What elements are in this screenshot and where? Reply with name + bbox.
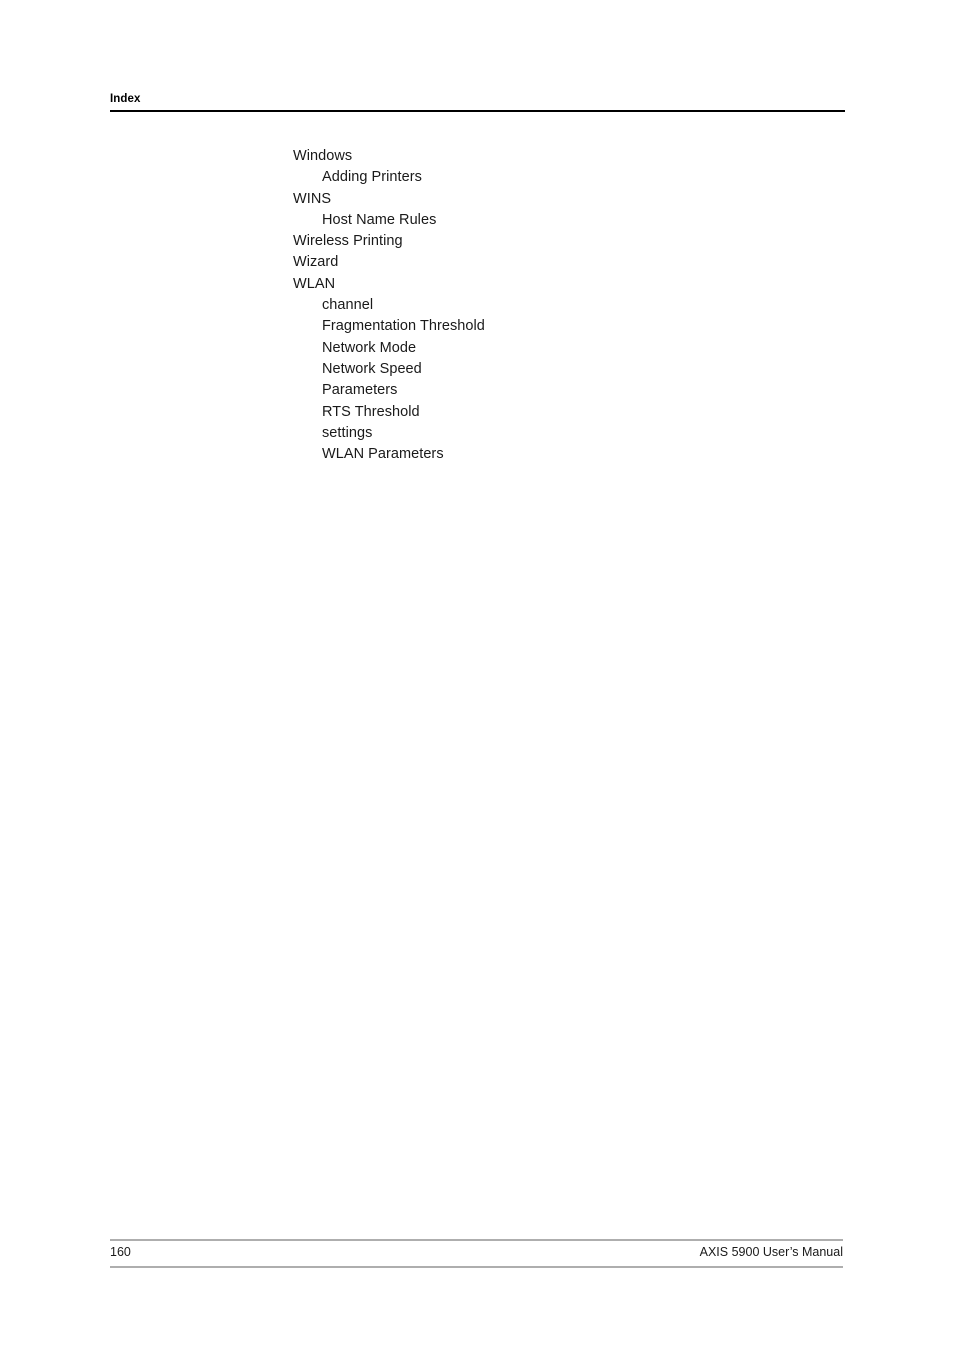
footer-divider-rule-bottom: [110, 1266, 843, 1268]
page-footer: 160 AXIS 5900 User’s Manual: [110, 1244, 843, 1264]
page-header: Index: [110, 92, 845, 106]
header-title: Index: [110, 93, 141, 105]
index-entry: settings: [322, 424, 373, 441]
index-entry: RTS Threshold: [322, 403, 420, 420]
index-entry: Host Name Rules: [322, 211, 437, 228]
footer-page-number: 160: [110, 1245, 131, 1259]
index-entry: Parameters: [322, 382, 398, 399]
index-entry: channel: [322, 297, 374, 314]
index-entry: Fragmentation Threshold: [322, 318, 485, 335]
index-entry: WLAN Parameters: [322, 446, 444, 463]
index-entry: Windows: [293, 148, 353, 164]
index-entry: Wizard: [293, 254, 339, 271]
index-entry: Wireless Printing: [293, 233, 403, 250]
index-entry: WINS: [293, 190, 332, 207]
index-entry: Network Mode: [322, 339, 417, 356]
footer-manual-title: AXIS 5900 User’s Manual: [699, 1245, 843, 1259]
header-divider-rule: [110, 110, 845, 112]
index-entry: Network Speed: [322, 360, 422, 377]
footer-divider-rule-top: [110, 1239, 843, 1241]
index-entry: WLAN: [293, 275, 336, 292]
index-entry: Adding Printers: [322, 169, 422, 186]
index-entry-list: Windows Adding Printers WINS Host Name Rule…: [293, 146, 853, 465]
document-page: Index Windows Adding Printers WINS Host Nam…: [0, 0, 954, 1351]
